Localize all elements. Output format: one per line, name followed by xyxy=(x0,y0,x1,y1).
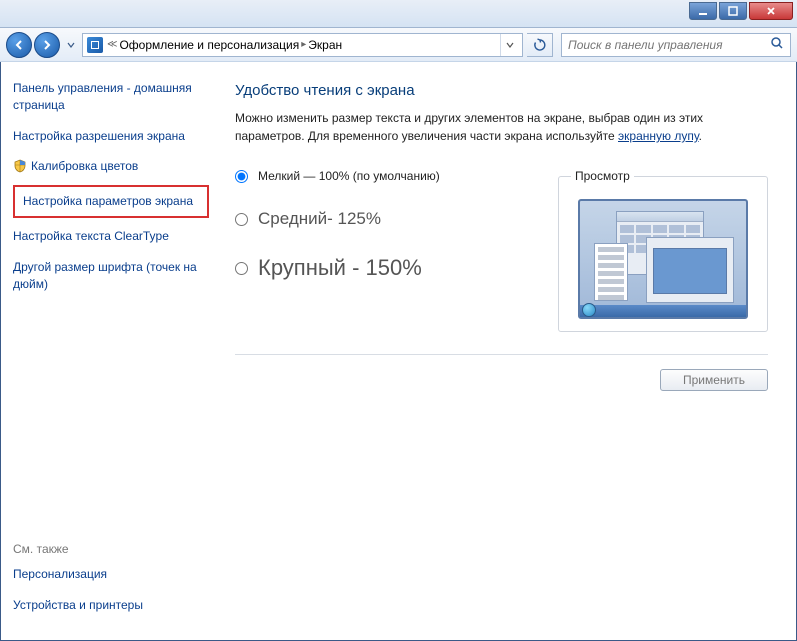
page-title: Удобство чтения с экрана xyxy=(235,82,768,99)
forward-button[interactable] xyxy=(34,32,60,58)
sidebar-cleartype[interactable]: Настройка текста ClearType xyxy=(13,228,209,245)
recent-pages-dropdown[interactable] xyxy=(64,32,78,58)
sidebar-display-params-highlight: Настройка параметров экрана xyxy=(13,185,209,218)
shield-icon xyxy=(13,159,27,173)
option-medium-radio[interactable] xyxy=(235,213,248,226)
maximize-button[interactable] xyxy=(719,2,747,20)
breadcrumb: ≪ Оформление и персонализация ▸ Экран xyxy=(107,38,496,52)
nav-arrows xyxy=(6,32,60,58)
address-dropdown[interactable] xyxy=(500,34,518,56)
option-medium[interactable]: Средний- 125% xyxy=(235,209,528,229)
breadcrumb-item[interactable]: Экран xyxy=(308,38,342,52)
divider xyxy=(235,354,768,355)
preview-label: Просмотр xyxy=(571,169,634,183)
breadcrumb-item[interactable]: Оформление и персонализация xyxy=(119,38,299,52)
minimize-button[interactable] xyxy=(689,2,717,20)
magnifier-link[interactable]: экранную лупу xyxy=(618,129,699,143)
sidebar-personalization[interactable]: Персонализация xyxy=(13,566,209,583)
sidebar-resolution[interactable]: Настройка разрешения экрана xyxy=(13,128,209,145)
option-small-radio[interactable] xyxy=(235,170,248,183)
sidebar-calibration[interactable]: Калибровка цветов xyxy=(13,158,209,175)
preview-box: Просмотр xyxy=(558,169,768,332)
main-panel: Удобство чтения с экрана Можно изменить … xyxy=(221,62,796,640)
sidebar-home[interactable]: Панель управления - домашняя страница xyxy=(13,80,209,114)
chevron-left-icon[interactable]: ≪ xyxy=(107,39,117,50)
preview-monitor-icon xyxy=(578,199,748,319)
content: Панель управления - домашняя страница На… xyxy=(0,62,797,641)
apply-button[interactable]: Применить xyxy=(660,369,768,391)
back-button[interactable] xyxy=(6,32,32,58)
search-icon[interactable] xyxy=(770,36,784,53)
search-box[interactable] xyxy=(561,33,791,57)
size-options: Мелкий — 100% (по умолчанию) Средний- 12… xyxy=(235,169,528,307)
navigation-bar: ≪ Оформление и персонализация ▸ Экран xyxy=(0,28,797,62)
window-titlebar xyxy=(0,0,797,28)
window-controls xyxy=(689,2,793,20)
close-button[interactable] xyxy=(749,2,793,20)
option-large-radio[interactable] xyxy=(235,262,248,275)
sidebar: Панель управления - домашняя страница На… xyxy=(1,62,221,640)
chevron-right-icon: ▸ xyxy=(301,39,306,50)
refresh-button[interactable] xyxy=(527,33,553,57)
sidebar-devices[interactable]: Устройства и принтеры xyxy=(13,597,209,614)
search-input[interactable] xyxy=(568,38,770,52)
sidebar-display-params[interactable]: Настройка параметров экрана xyxy=(23,193,199,210)
control-panel-icon xyxy=(87,37,103,53)
sidebar-font-size[interactable]: Другой размер шрифта (точек на дюйм) xyxy=(13,259,209,293)
page-description: Можно изменить размер текста и других эл… xyxy=(235,109,768,145)
see-also-label: См. также xyxy=(13,542,209,556)
address-bar[interactable]: ≪ Оформление и персонализация ▸ Экран xyxy=(82,33,523,57)
option-large[interactable]: Крупный - 150% xyxy=(235,255,528,281)
option-small[interactable]: Мелкий — 100% (по умолчанию) xyxy=(235,169,528,183)
